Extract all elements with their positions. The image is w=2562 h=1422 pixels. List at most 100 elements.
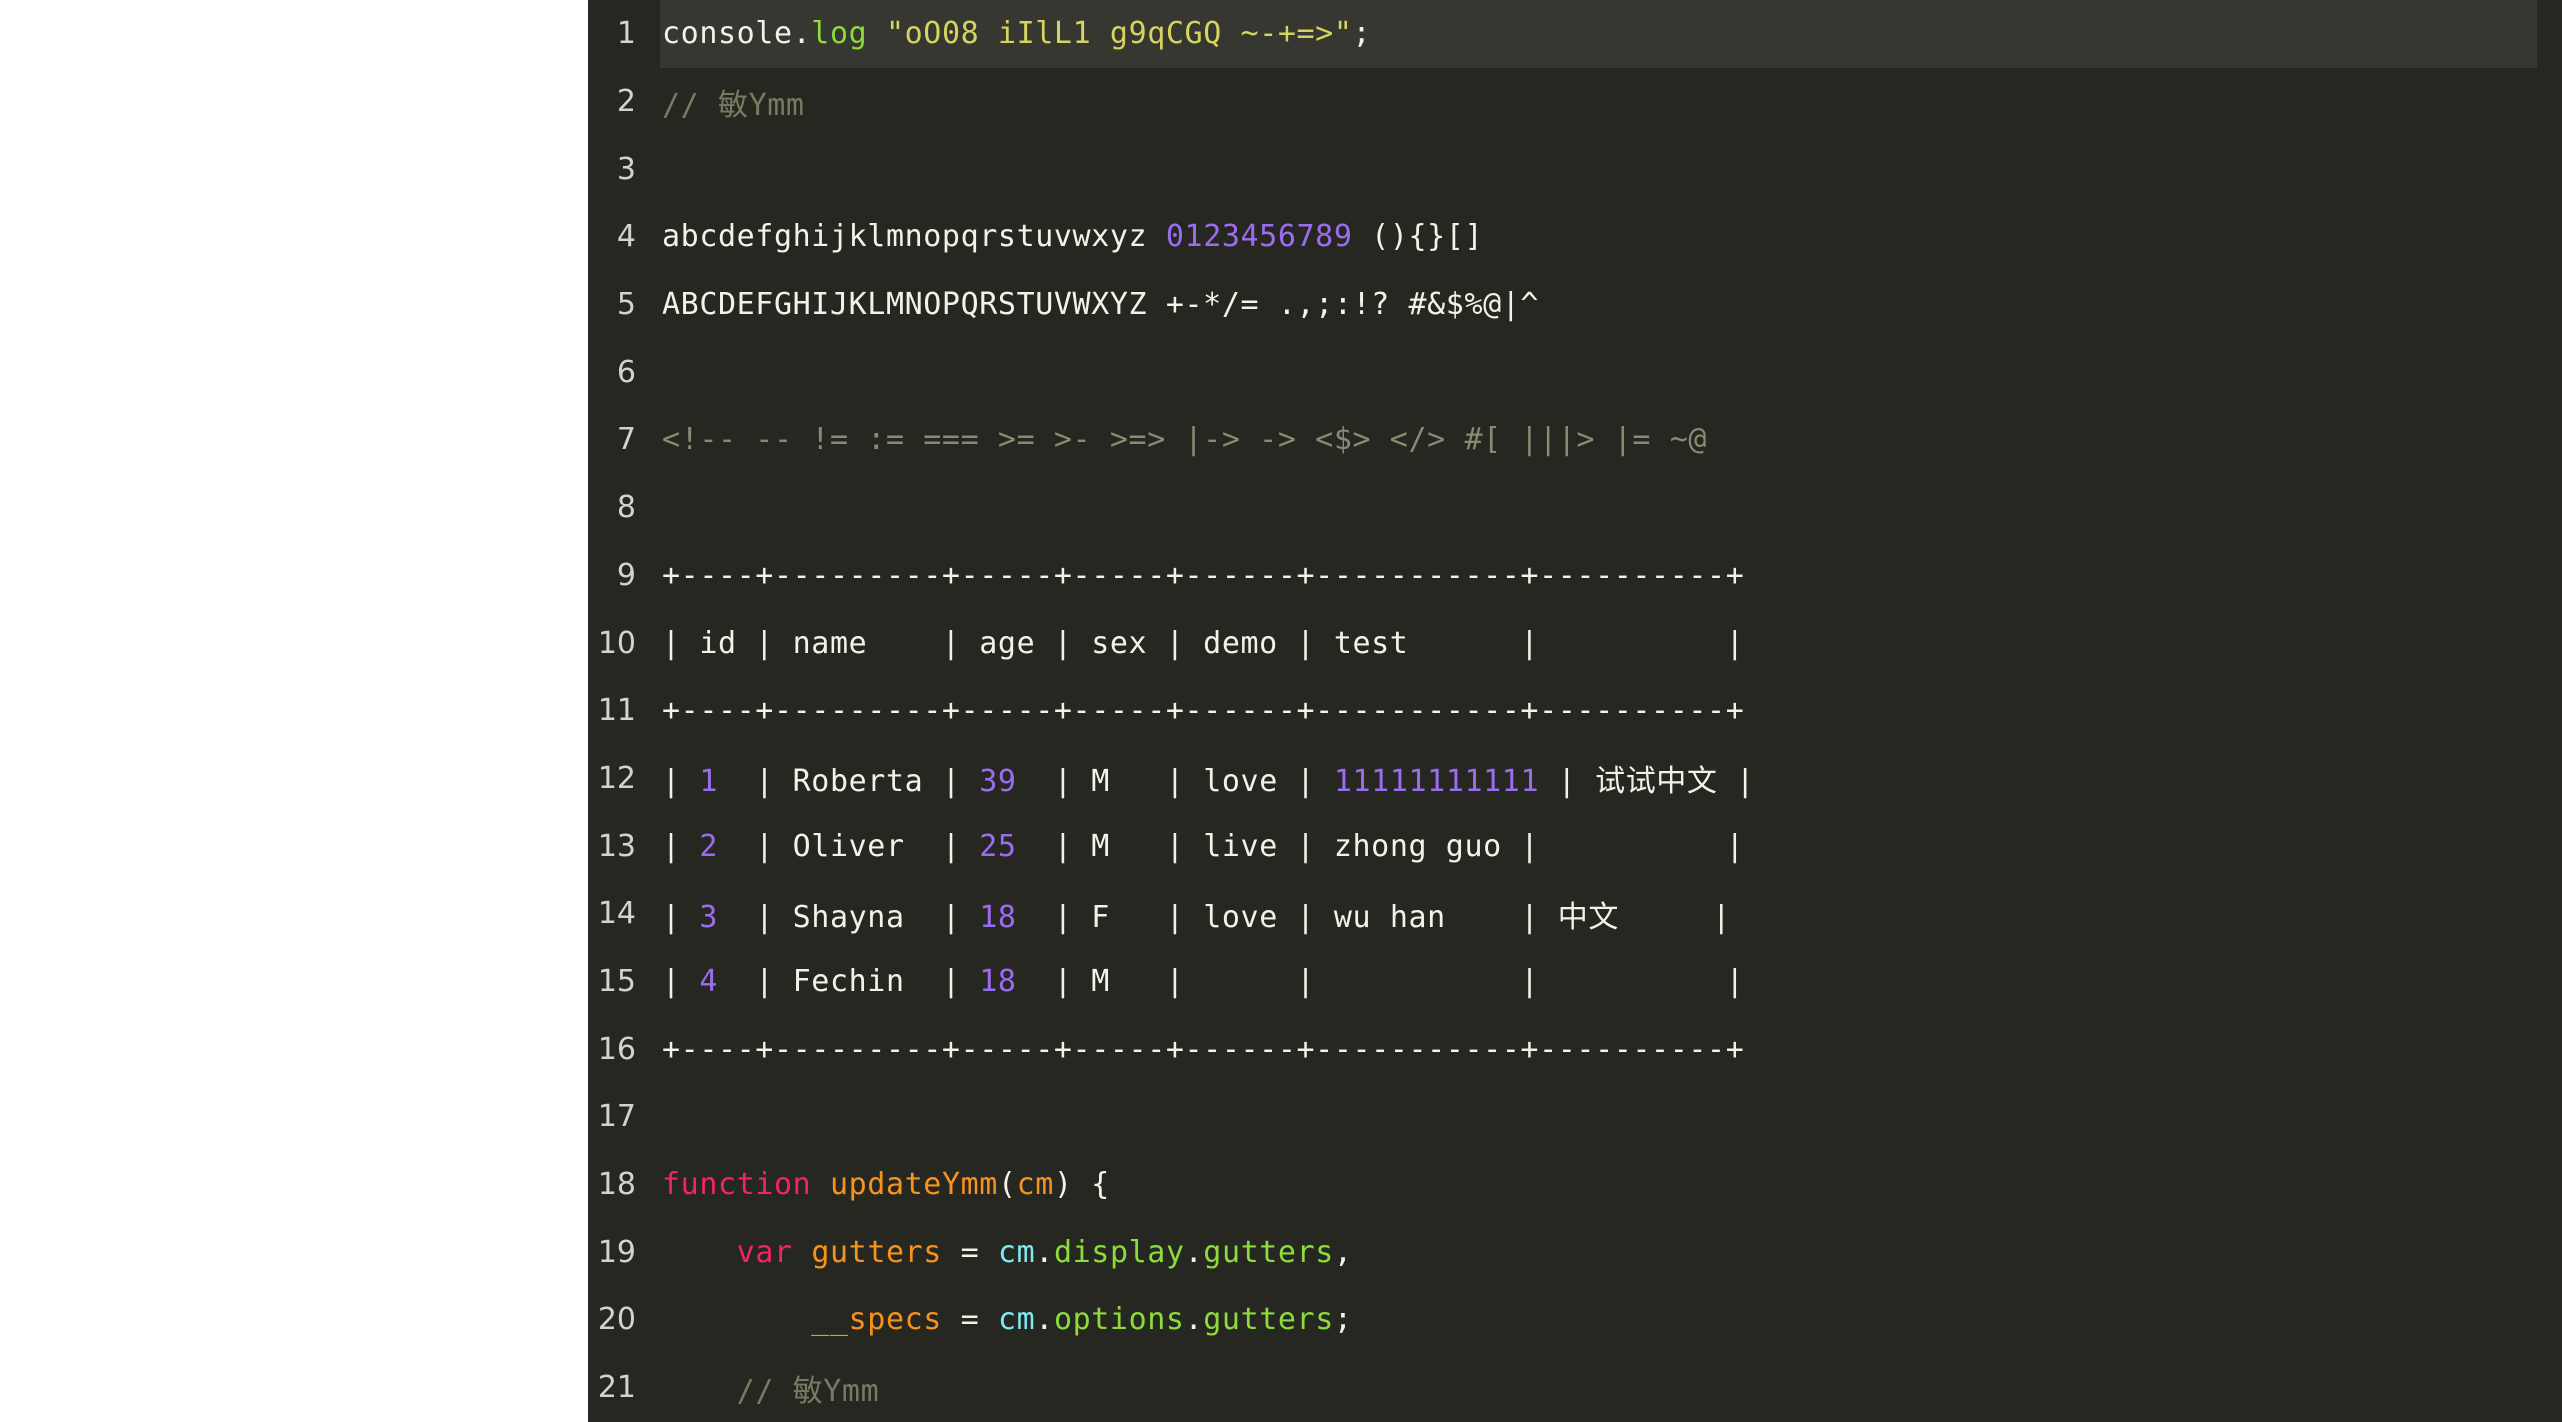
line-number[interactable]: 6 bbox=[588, 355, 648, 390]
line-number[interactable]: 2 bbox=[588, 84, 648, 119]
code-editor[interactable]: 1 console.log "oO08 iIlL1 g9qCGQ ~-+=>"; 2… bbox=[588, 0, 2562, 1422]
token-plain: . bbox=[1184, 1302, 1204, 1338]
token-variable: cm bbox=[1016, 1167, 1054, 1203]
editor-line[interactable]: 11 +----+---------+-----+-----+------+---… bbox=[588, 677, 2562, 745]
editor-line[interactable]: 7 <!-- -- != := === >= >- >=> |-> -> <$> … bbox=[588, 406, 2562, 474]
editor-line[interactable]: 8 bbox=[588, 474, 2562, 542]
line-content[interactable]: +----+---------+-----+-----+------+-----… bbox=[648, 1032, 1744, 1067]
editor-line[interactable]: 10 | id | name | age | sex | demo | test … bbox=[588, 609, 2562, 677]
line-content[interactable]: | 4 | Fechin | 18 | M | | | | bbox=[648, 964, 1744, 999]
token-plain: . bbox=[1035, 1302, 1054, 1338]
line-number[interactable]: 17 bbox=[588, 1099, 648, 1134]
line-content[interactable]: abcdefghijklmnopqrstuvwxyz 0123456789 ()… bbox=[648, 219, 1483, 254]
line-number[interactable]: 12 bbox=[588, 761, 648, 796]
editor-line[interactable]: 18 function updateYmm(cm) { bbox=[588, 1151, 2562, 1219]
editor-line[interactable]: 12 | 1 | Roberta | 39 | M | love | 111111… bbox=[588, 745, 2562, 813]
token-number: 25 bbox=[979, 828, 1017, 864]
line-number[interactable]: 18 bbox=[588, 1167, 648, 1202]
token-plain: | bbox=[662, 899, 700, 935]
token-keyword: var bbox=[736, 1234, 793, 1270]
line-number[interactable]: 13 bbox=[588, 829, 648, 864]
token-variable: __specs bbox=[811, 1302, 942, 1338]
token-number: 0123456789 bbox=[1165, 219, 1353, 255]
token-plain: | F | love | wu han | 中文 | bbox=[1016, 899, 1731, 935]
token-number: 18 bbox=[979, 963, 1017, 999]
line-content[interactable]: // 敏Ymm bbox=[648, 80, 805, 124]
line-content[interactable]: function updateYmm(cm) { bbox=[648, 1167, 1110, 1202]
editor-line[interactable]: 2 // 敏Ymm bbox=[588, 68, 2562, 136]
line-number[interactable]: 11 bbox=[588, 693, 648, 728]
line-number[interactable]: 9 bbox=[588, 558, 648, 593]
token-number: 18 bbox=[979, 899, 1017, 935]
line-content[interactable]: | 2 | Oliver | 25 | M | live | zhong guo… bbox=[648, 829, 1744, 864]
line-number[interactable]: 3 bbox=[588, 152, 648, 187]
token-plain: +----+---------+-----+-----+------+-----… bbox=[662, 1031, 1745, 1067]
line-number[interactable]: 14 bbox=[588, 896, 648, 931]
line-content[interactable]: | 3 | Shayna | 18 | F | love | wu han | … bbox=[648, 892, 1731, 936]
token-plain: ABCDEFGHIJKLMNOPQRSTUVWXYZ +-*/= .,;:!? … bbox=[662, 287, 1540, 323]
line-content[interactable]: <!-- -- != := === >= >- >=> |-> -> <$> <… bbox=[648, 422, 1707, 457]
line-content[interactable]: | 1 | Roberta | 39 | M | love | 11111111… bbox=[648, 756, 1755, 800]
line-number[interactable]: 8 bbox=[588, 490, 648, 525]
line-number[interactable]: 15 bbox=[588, 964, 648, 999]
editor-line[interactable]: 17 bbox=[588, 1083, 2562, 1151]
token-variable: gutters bbox=[811, 1234, 942, 1270]
line-content[interactable]: ABCDEFGHIJKLMNOPQRSTUVWXYZ +-*/= .,;:!? … bbox=[648, 287, 1539, 322]
token-property: gutters bbox=[1203, 1302, 1334, 1338]
line-number[interactable]: 1 bbox=[588, 16, 648, 51]
line-number[interactable]: 21 bbox=[588, 1370, 648, 1405]
editor-line[interactable]: 16 +----+---------+-----+-----+------+---… bbox=[588, 1015, 2562, 1083]
editor-line[interactable]: 6 bbox=[588, 338, 2562, 406]
line-content[interactable]: console.log "oO08 iIlL1 g9qCGQ ~-+=>"; bbox=[648, 16, 1371, 51]
editor-line[interactable]: 14 | 3 | Shayna | 18 | F | love | wu han … bbox=[588, 880, 2562, 948]
editor-line[interactable]: 4 abcdefghijklmnopqrstuvwxyz 0123456789 (… bbox=[588, 203, 2562, 271]
line-number[interactable]: 19 bbox=[588, 1235, 648, 1270]
line-content[interactable]: // 敏Ymm bbox=[648, 1366, 879, 1410]
line-number[interactable]: 10 bbox=[588, 626, 648, 661]
token-plain: console. bbox=[662, 16, 812, 52]
line-number[interactable]: 5 bbox=[588, 287, 648, 322]
token-atom: cm bbox=[997, 1234, 1036, 1270]
line-number[interactable]: 4 bbox=[588, 219, 648, 254]
editor-line[interactable]: 1 console.log "oO08 iIlL1 g9qCGQ ~-+=>"; bbox=[588, 0, 2562, 68]
token-plain: | M | live | zhong guo | | bbox=[1016, 828, 1745, 864]
line-content[interactable]: var gutters = cm.display.gutters, bbox=[648, 1235, 1353, 1270]
editor-line[interactable]: 21 // 敏Ymm bbox=[588, 1354, 2562, 1422]
line-content[interactable]: __specs = cm.options.gutters; bbox=[648, 1302, 1353, 1337]
token-plain: ; bbox=[1352, 16, 1372, 52]
token-plain: (){}[] bbox=[1352, 219, 1484, 255]
line-number[interactable]: 16 bbox=[588, 1032, 648, 1067]
editor-line[interactable]: 13 | 2 | Oliver | 25 | M | live | zhong g… bbox=[588, 812, 2562, 880]
token-plain: +----+---------+-----+-----+------+-----… bbox=[662, 693, 1745, 729]
editor-line[interactable]: 19 var gutters = cm.display.gutters, bbox=[588, 1218, 2562, 1286]
token-plain: = bbox=[941, 1234, 998, 1270]
editor-line[interactable]: 9 +----+---------+-----+-----+------+----… bbox=[588, 542, 2562, 610]
token-property: options bbox=[1053, 1302, 1185, 1338]
token-property: display bbox=[1053, 1234, 1185, 1270]
editor-lines: 1 console.log "oO08 iIlL1 g9qCGQ ~-+=>"; 2… bbox=[588, 0, 2562, 1421]
line-content[interactable]: | id | name | age | sex | demo | test | … bbox=[648, 626, 1744, 661]
token-plain: | M | love | bbox=[1016, 764, 1334, 800]
token-comment: // 敏Ymm bbox=[662, 87, 805, 123]
editor-line[interactable]: 20 __specs = cm.options.gutters; bbox=[588, 1286, 2562, 1354]
line-number[interactable]: 20 bbox=[588, 1302, 648, 1337]
token-number: 2 bbox=[699, 828, 718, 864]
token-plain: = bbox=[941, 1302, 998, 1338]
line-number[interactable]: 7 bbox=[588, 422, 648, 457]
token-plain: | id | name | age | sex | demo | test | … bbox=[662, 625, 1745, 661]
line-content[interactable]: +----+---------+-----+-----+------+-----… bbox=[648, 558, 1744, 593]
token-plain: | 试试中文 | bbox=[1539, 764, 1755, 800]
token-plain: | Oliver | bbox=[718, 828, 980, 864]
editor-line[interactable]: 15 | 4 | Fechin | 18 | M | | | | bbox=[588, 948, 2562, 1016]
token-number: 1 bbox=[699, 764, 718, 800]
token-atom: cm bbox=[997, 1302, 1036, 1338]
editor-line[interactable]: 5 ABCDEFGHIJKLMNOPQRSTUVWXYZ +-*/= .,;:!?… bbox=[588, 271, 2562, 339]
token-property: gutters bbox=[1203, 1234, 1334, 1270]
editor-line[interactable]: 3 bbox=[588, 135, 2562, 203]
line-content[interactable]: +----+---------+-----+-----+------+-----… bbox=[648, 693, 1744, 728]
